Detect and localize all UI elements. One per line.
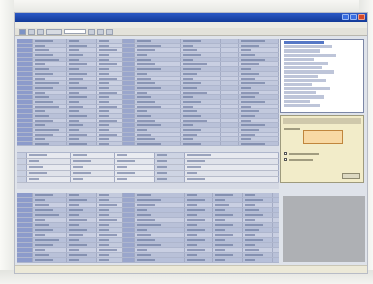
refresh-icon[interactable]: [37, 28, 44, 35]
table-row[interactable]: [17, 177, 279, 183]
list-item[interactable]: [284, 99, 310, 103]
monitor-bezel-left: [0, 0, 14, 284]
properties-panel-header: [283, 118, 361, 124]
forward-icon[interactable]: [28, 28, 35, 35]
list-item[interactable]: [284, 61, 328, 66]
detail-grid-header: [17, 145, 279, 153]
list-item[interactable]: [284, 78, 326, 82]
right-side-panel: [280, 39, 365, 183]
value-box[interactable]: [303, 130, 343, 144]
list-item[interactable]: [284, 70, 334, 74]
list-item[interactable]: [284, 91, 316, 95]
panel-label: [289, 158, 313, 161]
toolbar: [15, 28, 367, 36]
status-bar: [15, 265, 367, 273]
filter-icon[interactable]: [106, 28, 113, 35]
list-item[interactable]: [284, 45, 332, 49]
list-item[interactable]: [284, 95, 324, 99]
toolbar-button[interactable]: [46, 28, 62, 35]
field-list[interactable]: [280, 39, 364, 113]
screen: [15, 13, 367, 273]
secondary-data-grid[interactable]: [17, 193, 279, 263]
window-controls: [342, 14, 365, 20]
panel-label: [284, 128, 300, 130]
list-item[interactable]: [284, 53, 336, 57]
minimize-button[interactable]: [342, 14, 349, 20]
option-checkbox[interactable]: [284, 158, 287, 161]
window-titlebar: [15, 13, 367, 22]
list-item[interactable]: [284, 82, 312, 87]
print-icon[interactable]: [97, 28, 104, 35]
list-item[interactable]: [284, 66, 322, 70]
close-button[interactable]: [358, 14, 365, 20]
list-item[interactable]: [284, 41, 324, 45]
monitor-bezel-top: [0, 0, 373, 12]
list-item[interactable]: [284, 103, 320, 107]
save-icon[interactable]: [88, 28, 95, 35]
empty-workspace: [283, 196, 365, 262]
main-data-grid[interactable]: [17, 39, 279, 152]
toolbar-select[interactable]: [64, 29, 86, 34]
apply-button[interactable]: [342, 173, 360, 179]
list-item[interactable]: [284, 49, 320, 53]
maximize-button[interactable]: [350, 14, 357, 20]
option-checkbox[interactable]: [284, 152, 287, 155]
properties-panel: [280, 115, 364, 183]
list-item[interactable]: [284, 57, 314, 61]
table-row[interactable]: [17, 258, 279, 263]
list-item[interactable]: [284, 87, 330, 91]
detail-grid[interactable]: [17, 145, 279, 189]
back-icon[interactable]: [19, 28, 26, 35]
list-item[interactable]: [284, 74, 318, 78]
panel-label: [289, 152, 319, 155]
